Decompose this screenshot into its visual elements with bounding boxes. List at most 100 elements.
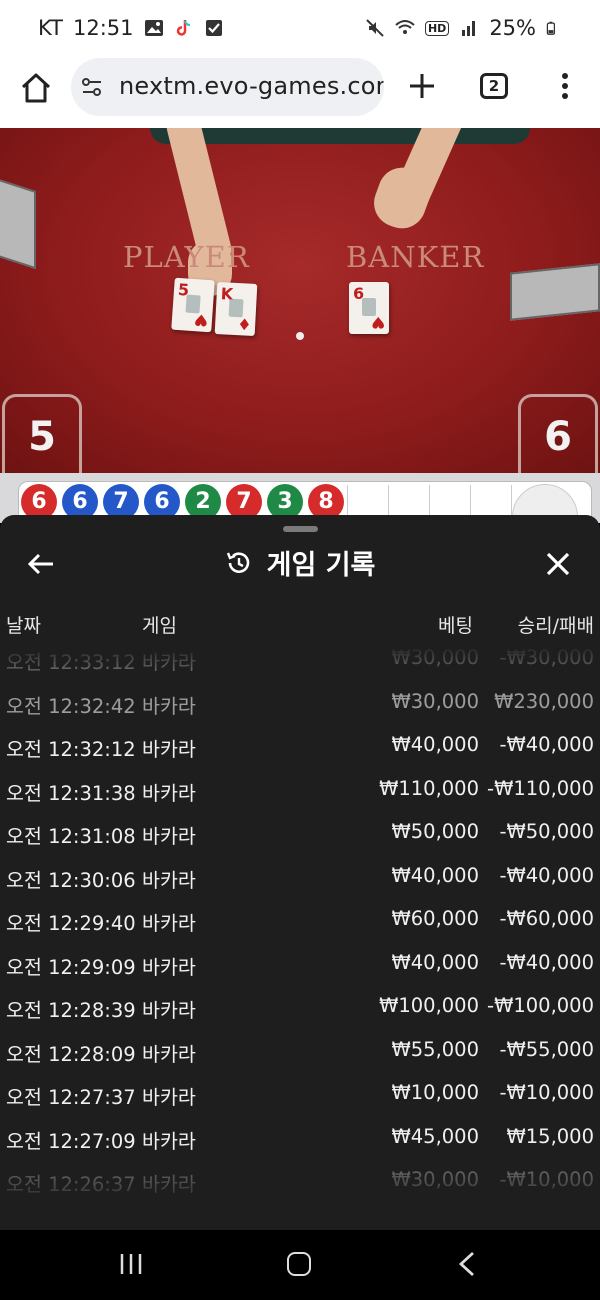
card-shoe-left	[0, 176, 36, 270]
tiktok-icon	[176, 20, 190, 36]
row-bet: ₩55,000	[391, 1037, 479, 1061]
home-button[interactable]	[287, 1252, 311, 1276]
table-edge	[150, 128, 530, 144]
browser-toolbar: nextm.evo-games.com 2	[0, 58, 600, 128]
history-row[interactable]: 오전 12:27:37 바카라 ₩10,000 -₩10,000	[0, 1071, 600, 1114]
column-bet: 베팅	[438, 615, 473, 637]
row-bet: ₩100,000	[379, 994, 479, 1017]
sheet-header: 게임 기록	[0, 543, 600, 582]
row-result: -₩55,000	[499, 1037, 594, 1061]
banker-label: BANKER	[346, 240, 485, 274]
row-result: ₩15,000	[506, 1124, 594, 1148]
game-history-sheet: 게임 기록 날짜 게임 베팅 승리/패배 오전 12:33:12바카라₩30,0…	[0, 515, 600, 1230]
url-text[interactable]: nextm.evo-games.com	[119, 72, 384, 100]
status-right: HD 25%	[365, 16, 560, 40]
gallery-icon	[144, 20, 163, 36]
row-result: -₩110,000	[487, 776, 594, 800]
history-row[interactable]: 오전 12:28:39 바카라 ₩100,000 -₩100,000	[0, 984, 600, 1027]
column-result: 승리/패배	[517, 615, 594, 637]
row-date: 오전 12:28:09	[6, 1042, 136, 1066]
card-suit: ♥	[370, 313, 385, 332]
row-game: 바카라	[142, 694, 196, 718]
row-bet: ₩45,000	[391, 1124, 479, 1148]
card-suit: ♥	[192, 310, 209, 331]
row-result: -₩50,000	[499, 820, 594, 843]
back-icon[interactable]	[457, 1250, 477, 1278]
row-bet: ₩40,000	[391, 950, 479, 974]
hd-icon: HD	[424, 20, 450, 36]
status-bar: KT 12:51 HD 25%	[0, 0, 600, 58]
battery-label: 25%	[489, 16, 536, 40]
history-row[interactable]: 오전 12:29:40 바카라 ₩60,000 -₩60,000	[0, 897, 600, 940]
history-list[interactable]: 오전 12:33:12바카라₩30,000-₩30,000오전 12:32:42…	[0, 645, 600, 1200]
row-date: 오전 12:32:12	[6, 738, 136, 761]
wifi-icon	[395, 20, 415, 34]
battery-icon	[546, 21, 556, 35]
row-result: ₩230,000	[494, 689, 594, 713]
sheet-title: 게임 기록	[266, 550, 376, 581]
row-date: 오전 12:27:37	[6, 1086, 136, 1109]
banker-card-1: 6 ♥	[349, 282, 389, 334]
row-result: -₩10,000	[499, 1081, 594, 1104]
drag-handle[interactable]	[283, 526, 318, 532]
row-date: 오전 12:31:08	[6, 825, 136, 848]
home-icon[interactable]	[18, 70, 54, 106]
row-bet: ₩30,000	[391, 689, 479, 713]
row-game: 바카라	[142, 825, 196, 848]
recent-apps-icon[interactable]	[119, 1252, 143, 1276]
more-menu-icon[interactable]	[560, 71, 570, 101]
status-left: KT 12:51	[38, 16, 224, 40]
row-bet: ₩40,000	[391, 863, 479, 887]
history-row[interactable]: 오전 12:31:38 바카라 ₩110,000 -₩110,000	[0, 767, 600, 810]
row-result: -₩60,000	[499, 907, 594, 930]
player-card-2: K ♦	[214, 281, 258, 337]
row-game: 바카라	[142, 912, 196, 935]
clock: 12:51	[72, 16, 134, 40]
row-date: 오전 12:28:39	[6, 999, 136, 1022]
site-settings-icon[interactable]	[81, 76, 103, 98]
list-fade-bottom	[0, 1150, 600, 1200]
card-shoe-right	[510, 263, 600, 321]
row-game: 바카라	[142, 1086, 196, 1109]
row-bet: ₩110,000	[379, 776, 479, 800]
row-game: 바카라	[142, 955, 196, 979]
row-game: 바카라	[142, 781, 196, 805]
history-row[interactable]: 오전 12:28:09 바카라 ₩55,000 -₩55,000	[0, 1028, 600, 1071]
history-row[interactable]: 오전 12:29:09 바카라 ₩40,000 -₩40,000	[0, 941, 600, 984]
row-date: 오전 12:30:06	[6, 868, 136, 892]
history-row[interactable]: 오전 12:32:12 바카라 ₩40,000 -₩40,000	[0, 723, 600, 766]
row-bet: ₩60,000	[391, 907, 479, 930]
system-nav-bar	[0, 1230, 600, 1300]
row-game: 바카라	[142, 999, 196, 1022]
row-bet: ₩40,000	[391, 733, 479, 756]
history-row[interactable]: 오전 12:32:42 바카라 ₩30,000 ₩230,000	[0, 680, 600, 723]
banker-score: 6	[518, 394, 598, 473]
row-date: 오전 12:29:09	[6, 955, 136, 979]
list-fade-top	[0, 645, 600, 671]
mute-icon	[366, 19, 384, 37]
row-game: 바카라	[142, 738, 196, 761]
history-icon	[226, 551, 249, 573]
row-date: 오전 12:29:40	[6, 912, 136, 935]
row-bet: ₩50,000	[391, 820, 479, 843]
player-label: PLAYER	[123, 240, 250, 274]
row-result: -₩40,000	[499, 863, 594, 887]
signal-icon	[462, 21, 476, 36]
history-row[interactable]: 오전 12:31:08 바카라 ₩50,000 -₩50,000	[0, 810, 600, 853]
tab-switcher-icon[interactable]: 2	[480, 73, 508, 99]
row-date: 오전 12:32:42	[6, 694, 136, 718]
row-date: 오전 12:31:38	[6, 781, 136, 805]
card-suit: ♦	[236, 314, 252, 334]
player-card-1: 5 ♥	[171, 277, 215, 333]
row-bet: ₩10,000	[391, 1081, 479, 1104]
column-game: 게임	[142, 615, 177, 637]
row-game: 바카라	[142, 1042, 196, 1066]
history-table-header: 날짜 게임 베팅 승리/패배	[0, 611, 600, 641]
close-icon[interactable]	[541, 547, 575, 581]
address-bar[interactable]: nextm.evo-games.com	[71, 58, 384, 116]
checkbox-icon	[205, 20, 222, 36]
carrier-label: KT	[38, 16, 63, 40]
new-tab-icon[interactable]	[406, 68, 438, 104]
history-row[interactable]: 오전 12:30:06 바카라 ₩40,000 -₩40,000	[0, 854, 600, 897]
column-date: 날짜	[6, 615, 41, 637]
